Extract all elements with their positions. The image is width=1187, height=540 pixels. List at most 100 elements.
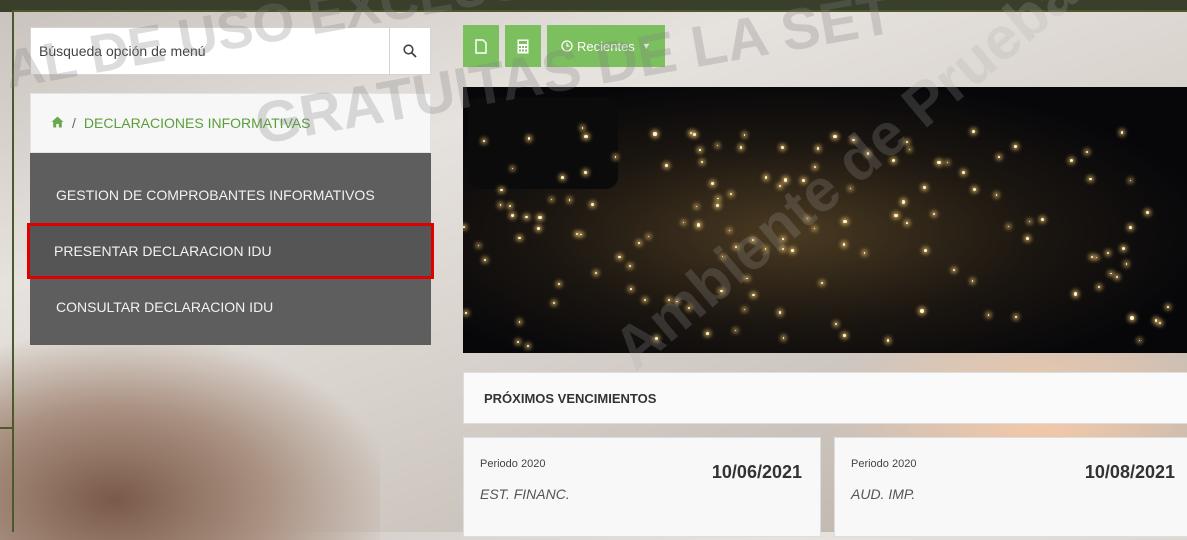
city-light [463,226,465,228]
city-light [791,248,795,252]
city-light [894,213,898,218]
city-light [1106,252,1109,255]
breadcrumb: / DECLARACIONES INFORMATIVAS [30,93,431,153]
calculator-button[interactable] [505,25,541,67]
city-light [821,281,824,284]
city-light [764,176,768,179]
city-light [1115,276,1118,279]
city-light [920,309,924,313]
city-light [687,306,690,309]
city-light [1130,316,1134,320]
city-light [716,144,719,147]
city-light [527,137,531,140]
city-light [972,129,975,133]
city-light [518,320,521,323]
city-light [1110,272,1112,274]
city-light [693,133,697,137]
city-light [1089,177,1092,181]
city-light [560,176,564,179]
city-light [653,132,657,136]
city-light [816,147,820,151]
city-light [746,277,748,280]
calculator-icon [517,39,529,53]
city-light [655,337,658,341]
home-icon[interactable] [51,115,64,131]
city-light [1154,319,1158,323]
city-light [584,171,588,174]
city-light [591,202,595,206]
city-light [905,221,908,224]
city-light [550,198,553,201]
menu-item-consultar-declaracion-idu[interactable]: CONSULTAR DECLARACION IDU [30,279,431,335]
city-light [525,215,528,219]
menu-item-presentar-declaracion-idu[interactable]: PRESENTAR DECLARACION IDU [27,223,434,279]
city-light [478,245,480,247]
city-light [743,134,746,136]
city-light [557,282,561,286]
city-light [706,331,710,335]
search-button[interactable] [389,28,430,74]
city-light [643,298,647,302]
search-input[interactable] [31,29,389,73]
city-light [553,301,556,304]
menu-item-gestion-comprobantes[interactable]: GESTION DE COMPROBANTES INFORMATIVOS [30,167,431,223]
city-light [852,138,855,142]
banner-overlay [468,97,618,189]
city-light [716,204,720,207]
city-light [716,197,719,200]
city-light [628,265,631,268]
city-light [689,131,693,135]
city-light [484,259,486,261]
city-light [813,227,815,229]
city-light [509,205,512,208]
city-light [953,269,956,272]
city-light [1014,145,1018,149]
city-light [779,185,782,188]
city-light [997,156,1000,158]
city-light [932,213,936,216]
city-light [1007,226,1009,228]
city-light [575,233,578,236]
city-light [1121,246,1125,250]
city-light [629,288,632,290]
recent-dropdown[interactable]: Recientes ▼ [547,25,665,67]
vencimientos-title: PRÓXIMOS VENCIMIENTOS [484,390,657,406]
city-light [1073,292,1078,296]
city-light [728,229,730,231]
city-light [700,160,704,164]
city-light [849,188,851,190]
city-light [891,158,896,162]
city-light [580,233,582,235]
city-light [1139,340,1141,342]
city-light [1098,285,1101,288]
city-light [843,219,847,223]
city-light [676,300,678,303]
toolbar: Recientes ▼ [463,25,665,67]
city-light [1014,315,1017,318]
vencimiento-card[interactable]: Periodo 2020 10/06/2021 EST. FINANC. [463,437,821,537]
city-light [538,216,542,220]
city-light [1091,256,1094,259]
card-name: EST. FINANC. [480,486,570,502]
city-light [1129,179,1132,181]
menu-item-label: GESTION DE COMPROBANTES INFORMATIVOS [56,187,375,203]
city-light [780,145,784,150]
city-light [987,314,989,316]
city-light [1128,225,1132,229]
city-light [764,248,767,250]
document-button[interactable] [463,25,499,67]
city-light [739,146,743,149]
city-light [843,334,846,337]
city-light [801,178,806,183]
city-light [972,187,976,191]
frame-border [12,10,14,532]
vencimiento-card[interactable]: Periodo 2020 10/08/2021 AUD. IMP. [834,437,1187,537]
city-light [1166,306,1169,309]
breadcrumb-current[interactable]: DECLARACIONES INFORMATIVAS [84,115,311,131]
city-light [866,152,869,155]
city-light [909,148,911,150]
city-light [1145,211,1149,215]
city-light [682,222,684,224]
city-light [946,161,949,164]
card-date: 10/06/2021 [711,462,802,482]
